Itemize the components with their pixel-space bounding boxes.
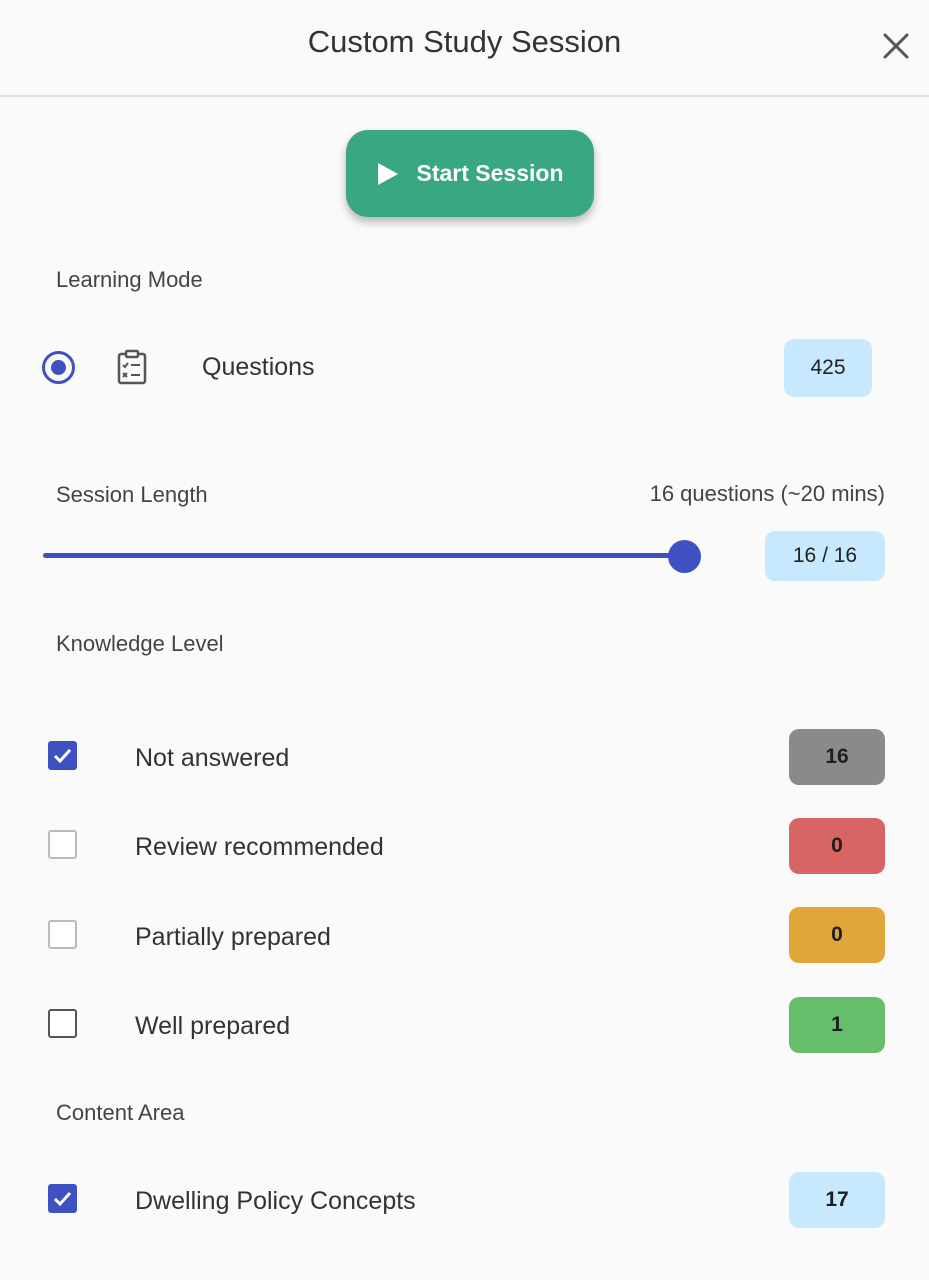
session-length-slider-thumb[interactable] (668, 540, 701, 573)
questions-option-label: Questions (202, 353, 315, 381)
start-session-button[interactable]: Start Session (346, 130, 594, 217)
well-prepared-count-badge: 1 (789, 997, 885, 1053)
knowledge-level-heading: Knowledge Level (56, 631, 224, 656)
not-answered-label: Not answered (135, 744, 290, 772)
start-session-label: Start Session (416, 160, 564, 186)
not-answered-count-badge: 16 (789, 729, 885, 785)
session-length-summary: 16 questions (~20 mins) (649, 481, 885, 506)
close-icon (883, 33, 909, 59)
checkmark-icon (53, 1191, 72, 1207)
well-prepared-label: Well prepared (135, 1012, 291, 1040)
partially-prepared-label: Partially prepared (135, 923, 331, 951)
session-length-heading: Session Length (56, 482, 208, 507)
clipboard-checklist-icon (117, 349, 147, 385)
questions-count-badge: 425 (784, 339, 872, 397)
session-length-slider-track[interactable] (43, 553, 684, 558)
learning-mode-heading: Learning Mode (56, 267, 203, 292)
questions-radio[interactable] (42, 351, 75, 384)
content-area-heading: Content Area (56, 1100, 185, 1125)
not-answered-checkbox[interactable] (48, 741, 77, 770)
close-button[interactable] (877, 27, 915, 65)
play-icon (377, 162, 398, 185)
dwelling-policy-concepts-count-badge: 17 (789, 1172, 885, 1228)
well-prepared-checkbox[interactable] (48, 1009, 77, 1038)
dialog-header: Custom Study Session (0, 0, 929, 97)
partially-prepared-count-badge: 0 (789, 907, 885, 963)
review-recommended-checkbox[interactable] (48, 830, 77, 859)
review-recommended-count-badge: 0 (789, 818, 885, 874)
partially-prepared-checkbox[interactable] (48, 920, 77, 949)
custom-study-dialog: Custom Study Session Start Session Learn… (0, 0, 929, 1280)
session-length-counter: 16 / 16 (765, 531, 885, 581)
review-recommended-label: Review recommended (135, 833, 384, 861)
dwelling-policy-concepts-label: Dwelling Policy Concepts (135, 1187, 416, 1215)
checkmark-icon (53, 748, 72, 764)
dwelling-policy-concepts-checkbox[interactable] (48, 1184, 77, 1213)
dialog-title: Custom Study Session (307, 24, 622, 59)
